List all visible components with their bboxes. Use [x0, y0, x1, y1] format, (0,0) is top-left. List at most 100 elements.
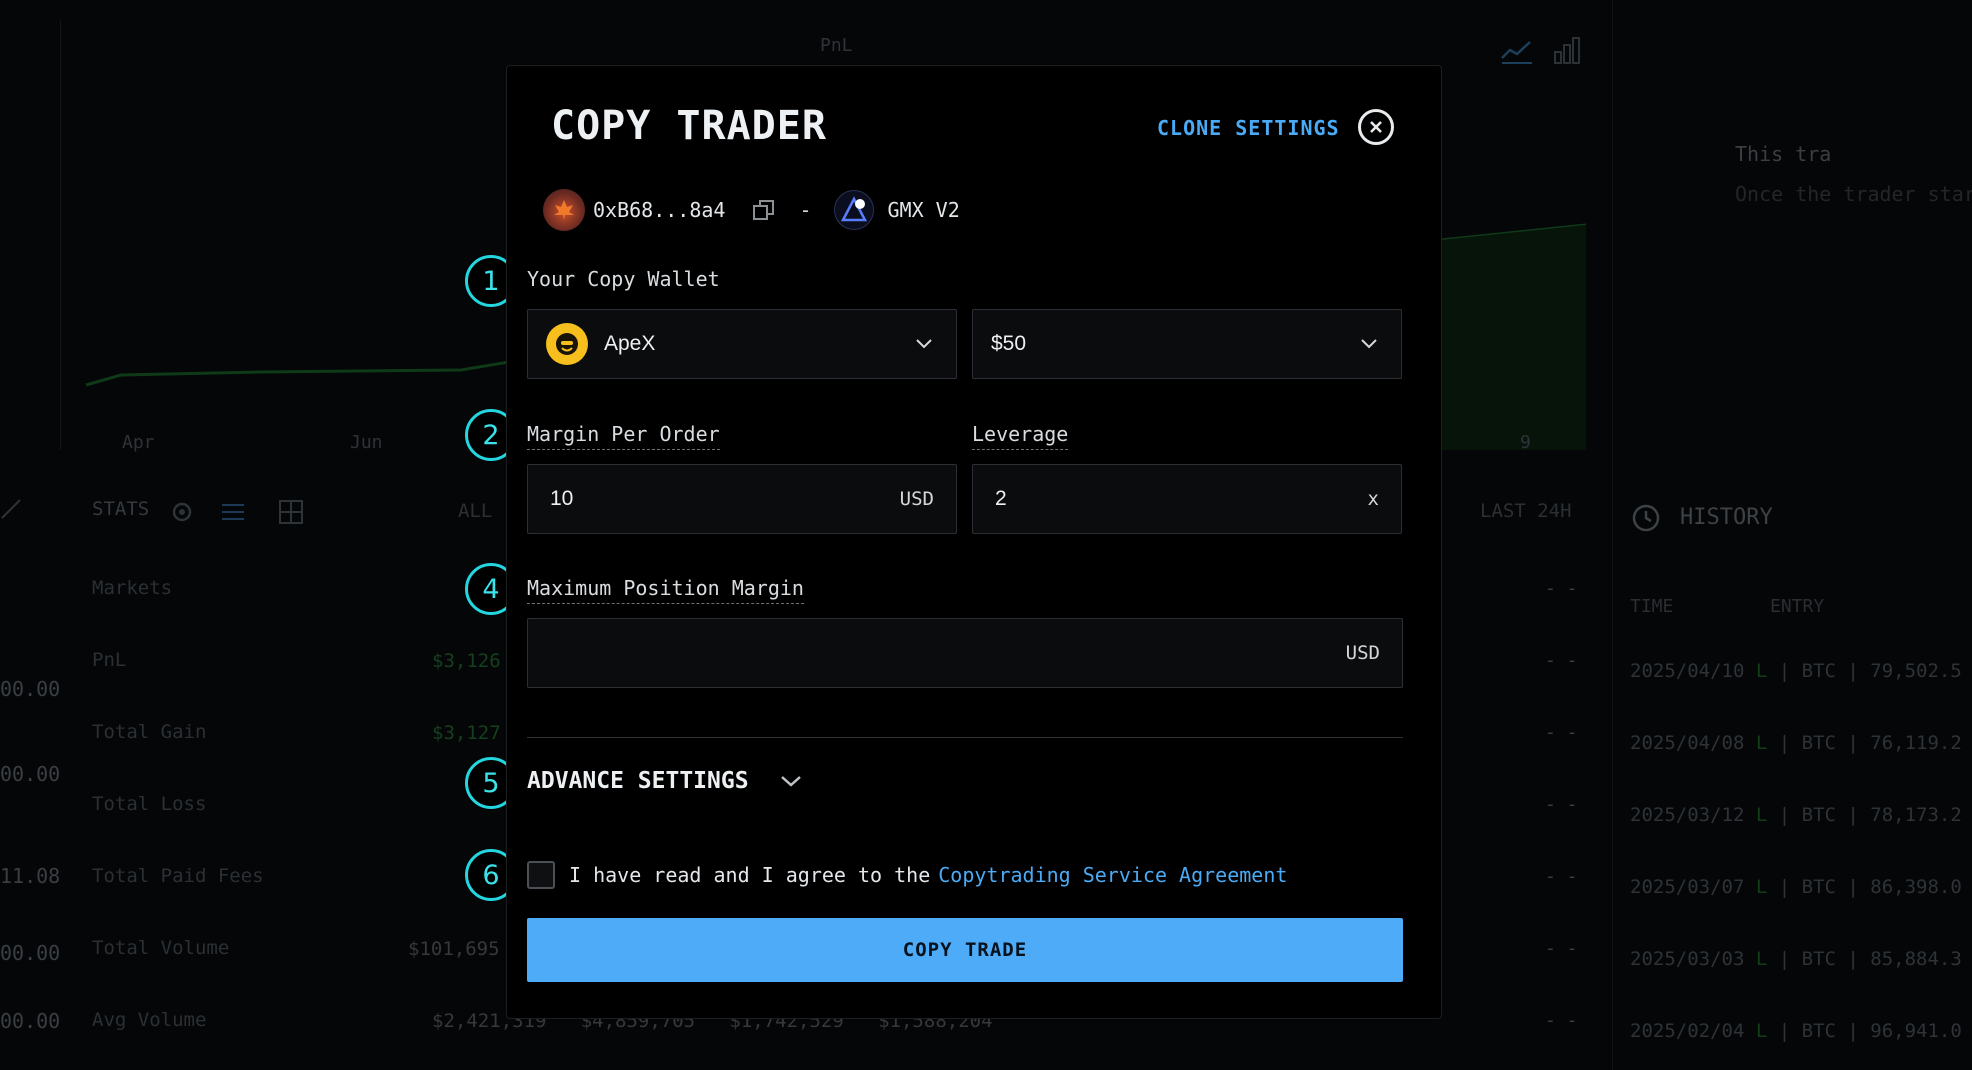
history-price: 79,502.5	[1870, 660, 1962, 682]
gmx-logo-icon	[833, 190, 874, 230]
trader-info: 0xB68...8a4 - GMX V2	[543, 188, 960, 232]
margin-unit: USD	[899, 488, 934, 510]
chart-tick: Apr	[122, 432, 155, 453]
max-position-margin-input[interactable]: USD	[527, 618, 1403, 688]
stats-label: STATS	[92, 498, 150, 520]
history-row: 2025/04/10 L | BTC | 79,502.5	[1630, 660, 1962, 682]
history-title: HISTORY	[1680, 505, 1773, 530]
list-view-icon[interactable]	[220, 500, 246, 524]
agreement-checkbox[interactable]	[527, 861, 555, 889]
margin-per-order-label: Margin Per Order	[527, 422, 720, 450]
stat-24h-value: - -	[1545, 578, 1578, 599]
wallet-balance-select[interactable]: $50	[972, 309, 1402, 379]
leverage-label: Leverage	[972, 422, 1069, 450]
grid-view-icon[interactable]	[278, 499, 304, 525]
history-row: 2025/02/04 L | BTC | 96,941.0	[1630, 1020, 1962, 1042]
history-price: 78,173.2	[1870, 804, 1962, 826]
chart-tick: 9	[1520, 432, 1531, 453]
wallet-select[interactable]: ApeX	[527, 309, 957, 379]
wallet-balance: $50	[991, 332, 1027, 355]
stats-col-all: ALL	[458, 500, 493, 522]
line-chart-icon[interactable]	[1500, 36, 1534, 66]
copy-address-icon[interactable]	[753, 199, 775, 221]
expand-icon[interactable]	[0, 498, 22, 520]
stat-left-value: 00.00	[0, 941, 61, 965]
stat-label: Total Volume	[92, 937, 230, 959]
stat-24h-value: - -	[1545, 794, 1578, 815]
history-side: L	[1755, 876, 1768, 898]
advance-settings-label: ADVANCE SETTINGS	[527, 768, 749, 794]
agreement-text: I have read and I agree to the	[569, 863, 931, 887]
stat-24h-value: - -	[1545, 866, 1578, 887]
history-panel	[1612, 0, 1972, 1070]
history-row: 2025/03/07 L | BTC | 86,398.0	[1630, 876, 1962, 898]
stat-label: Total Paid Fees	[92, 865, 264, 887]
stat-24h-value: - -	[1545, 1010, 1578, 1031]
stat-label: Markets	[92, 577, 173, 599]
stats-col-24h: LAST 24H	[1480, 500, 1572, 522]
history-date: 2025/03/03	[1630, 948, 1745, 970]
stat-left-value: 00.00	[0, 762, 61, 786]
max-margin-unit: USD	[1345, 642, 1380, 664]
history-row: 2025/04/08 L | BTC | 76,119.2	[1630, 732, 1962, 754]
chevron-down-icon	[780, 776, 801, 787]
history-date: 2025/04/08	[1630, 732, 1745, 754]
history-pair: BTC	[1801, 1020, 1836, 1042]
stat-left-value: 00.00	[0, 1009, 61, 1033]
separator: -	[799, 198, 812, 222]
history-side: L	[1755, 948, 1768, 970]
margin-per-order-input[interactable]: 10 USD	[527, 464, 957, 534]
trader-address[interactable]: 0xB68...8a4	[593, 198, 725, 222]
copy-trader-modal: COPY TRADER CLONE SETTINGS 0xB68...8a4 -	[506, 65, 1442, 1019]
gear-icon[interactable]	[170, 500, 194, 524]
history-date: 2025/04/10	[1630, 660, 1745, 682]
stat-left-value: 11.08	[0, 864, 61, 888]
history-row: 2025/03/03 L | BTC | 85,884.3	[1630, 948, 1962, 970]
close-icon	[1370, 121, 1382, 133]
clone-settings-link[interactable]: CLONE SETTINGS	[1157, 116, 1340, 140]
modal-title: COPY TRADER	[551, 103, 827, 149]
history-pair: BTC	[1801, 876, 1836, 898]
history-col-time: TIME	[1630, 596, 1674, 617]
history-col-entry: ENTRY	[1770, 596, 1825, 617]
close-button[interactable]	[1358, 109, 1394, 145]
history-icon	[1632, 504, 1660, 532]
copy-wallet-label: Your Copy Wallet	[527, 267, 720, 291]
protocol-name: GMX V2	[887, 198, 960, 222]
stat-label: PnL	[92, 649, 127, 671]
leverage-value: 2	[995, 487, 1007, 510]
history-price: 85,884.3	[1870, 948, 1962, 970]
history-side: L	[1755, 732, 1768, 754]
margin-value: 10	[550, 487, 574, 510]
agreement-link[interactable]: Copytrading Service Agreement	[938, 863, 1287, 887]
leverage-input[interactable]: 2 x	[972, 464, 1402, 534]
history-price: 76,119.2	[1870, 732, 1962, 754]
chart-title: PnL	[820, 35, 853, 56]
history-date: 2025/03/12	[1630, 804, 1745, 826]
stat-label: Total Loss	[92, 793, 207, 815]
wallet-name: ApeX	[604, 332, 656, 355]
agreement-row: I have read and I agree to the Copytradi…	[527, 861, 1287, 889]
stat-left-value: 00.00	[0, 677, 61, 701]
chevron-down-icon	[916, 339, 932, 349]
history-date: 2025/03/07	[1630, 876, 1745, 898]
stat-value: $101,695	[408, 938, 500, 960]
stat-label: Avg Volume	[92, 1009, 207, 1031]
history-price: 86,398.0	[1870, 876, 1962, 898]
history-side: L	[1755, 660, 1768, 682]
history-price: 96,941.0	[1870, 1020, 1962, 1042]
history-pair: BTC	[1801, 732, 1836, 754]
leverage-unit: x	[1367, 488, 1379, 510]
history-date: 2025/02/04	[1630, 1020, 1745, 1042]
flame-icon	[554, 200, 574, 220]
history-side: L	[1755, 804, 1768, 826]
history-pair: BTC	[1801, 804, 1836, 826]
max-position-margin-label: Maximum Position Margin	[527, 576, 804, 604]
bar-chart-icon[interactable]	[1552, 36, 1582, 66]
stat-value: $3,127	[432, 722, 501, 744]
advance-settings-toggle[interactable]: ADVANCE SETTINGS	[527, 768, 803, 794]
chevron-down-icon	[1361, 339, 1377, 349]
stat-24h-value: - -	[1545, 938, 1578, 959]
copy-trade-button[interactable]: COPY TRADE	[527, 918, 1403, 982]
history-pair: BTC	[1801, 660, 1836, 682]
